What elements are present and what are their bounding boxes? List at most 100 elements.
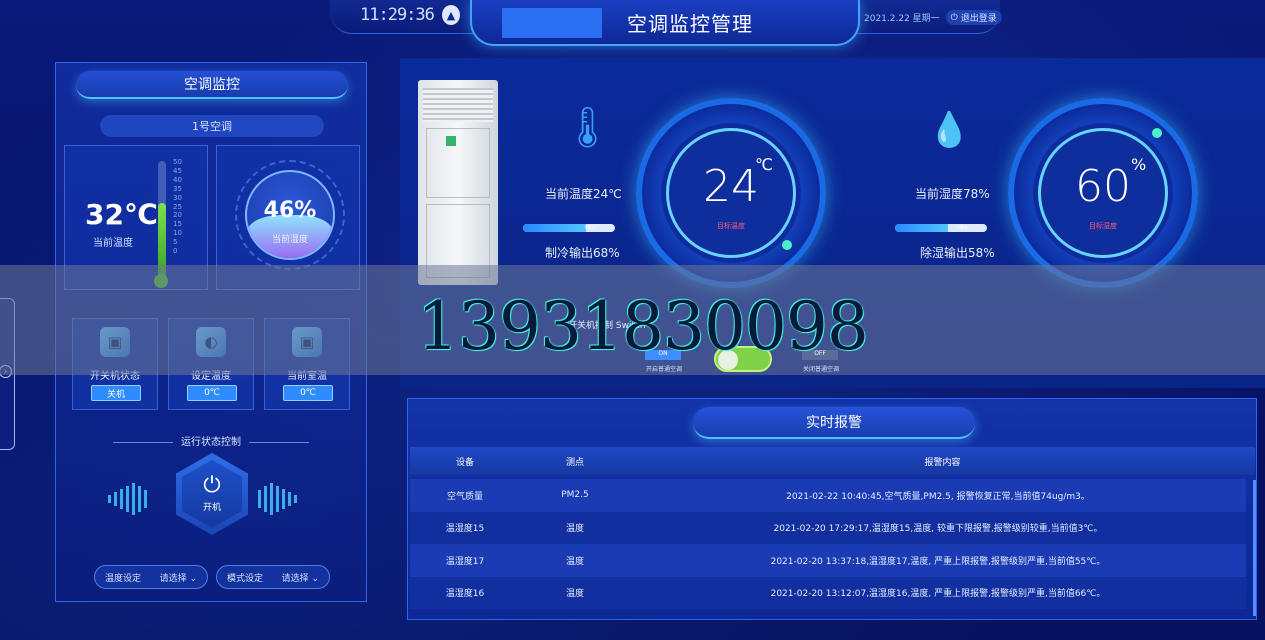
off-caption: 关闭普通空调 (803, 366, 840, 373)
target-humid-unit: % (1131, 155, 1147, 174)
logout-button[interactable]: ⏻ 退出登录 (945, 10, 1002, 25)
control-section-title: 运行状态控制 (56, 433, 366, 448)
ac-panel (426, 128, 490, 198)
thermo-tick-label: 10 (173, 229, 182, 238)
signal-bars-left (108, 483, 147, 515)
alarm-panel: 实时报警 设备 测点 报警内容 空气质量 PM2.5 2021-02-22 10… (407, 398, 1257, 620)
temperature-setting-select[interactable]: 温度设定 请选择 ⌄ (94, 565, 208, 589)
chevron-down-icon: ⌄ (189, 573, 197, 584)
table-row[interactable]: 温湿度17 温度 2021-02-20 13:37:18,温湿度17,温度, 严… (410, 544, 1246, 577)
thermo-tick-label: 5 (173, 238, 178, 247)
cell-content: 2021-02-20 17:29:17,温湿度15,温度, 较重下限报警,报警级… (773, 524, 1103, 535)
thermo-tick-label: 0 (173, 247, 178, 256)
target-humid-value: 60 (1075, 161, 1131, 212)
signal-bars-right (258, 483, 297, 515)
cell-content: 2021-02-22 10:40:45,空气质量,PM2.5, 报警恢复正常,当… (786, 491, 1090, 502)
dehumid-progress: 58% (895, 224, 987, 232)
select-value: 请选择 ⌄ (281, 573, 319, 584)
cell-content: 2021-02-20 13:12:07,温湿度16,温度, 严重上限报警,报警级… (770, 589, 1106, 600)
select-label: 温度设定 (105, 573, 142, 584)
power-icon: ⏻ (203, 473, 221, 498)
status-value-button[interactable]: 0℃ (283, 385, 333, 401)
thermo-tick-label: 35 (173, 184, 182, 193)
alarm-bell-icon[interactable]: ▲ (441, 5, 460, 25)
water-drops-icon: 💧 (928, 110, 971, 150)
column-header-content: 报警内容 (924, 457, 961, 468)
ac-grille (423, 88, 493, 122)
dehumid-progress-fill (895, 224, 949, 232)
device-name[interactable]: 1号空调 (100, 115, 324, 137)
target-humid-dial: 60 % 目标湿度 (1008, 98, 1198, 288)
table-row[interactable]: 空气质量 PM2.5 2021-02-22 10:40:45,空气质量,PM2.… (410, 479, 1246, 512)
dial-inner: 60 % 目标湿度 (1038, 128, 1168, 258)
column-header-point: 测点 (565, 457, 584, 468)
thermometer-icon (158, 161, 166, 279)
ac-display (446, 136, 456, 146)
humidity-value: 46% (263, 198, 317, 223)
table-row[interactable]: 温湿度15 温度 2021-02-20 17:29:17,温湿度15,温度, 较… (410, 511, 1246, 544)
cooling-progress: 68% (523, 224, 615, 232)
clock: 11:29:36 ▲ (360, 2, 460, 28)
column-header-device: 设备 (455, 457, 474, 468)
select-value: 请选择 ⌄ (159, 573, 197, 584)
thermo-tick-label: 15 (173, 220, 182, 229)
air-conditioner-image (418, 80, 498, 285)
thermometer-ticks: 50 45 40 35 30 25 20 15 10 5 0 (173, 158, 182, 256)
humidity-label: 当前湿度 (271, 235, 308, 245)
table-body: 空气质量 PM2.5 2021-02-22 10:40:45,空气质量,PM2.… (410, 479, 1246, 609)
date-text: 2021.2.22 星期一 (864, 14, 940, 24)
thermo-tick-label: 20 (173, 211, 182, 220)
temperature-label: 当前温度 (93, 238, 133, 249)
page-title: 空调监控管理 (627, 11, 753, 36)
clock-text: 11:29:36 (360, 5, 435, 25)
on-caption: 开启普通空调 (646, 366, 683, 373)
cooling-progress-fill (523, 224, 586, 232)
cell-device: 温湿度16 (445, 589, 485, 600)
cell-point: 温度 (565, 524, 584, 535)
current-temp-text: 当前温度24℃ (545, 187, 622, 201)
cell-device: 温湿度17 (445, 556, 485, 567)
dial-indicator (782, 240, 792, 250)
thermo-tick-label: 50 (173, 158, 182, 166)
dial-inner: 24 ℃ 目标温度 (666, 128, 796, 258)
select-label: 模式设定 (227, 573, 264, 584)
thermo-tick-label: 40 (173, 175, 182, 184)
target-humid-label: 目标湿度 (1089, 222, 1117, 230)
cell-device: 空气质量 (446, 491, 483, 502)
cell-content: 2021-02-20 13:37:18,温湿度17,温度, 严重上限报警,报警级… (770, 556, 1106, 567)
phone-watermark: 13931830098 (417, 288, 869, 365)
target-temp-label: 目标温度 (717, 222, 745, 230)
dehumid-progress-label: 58% (957, 225, 969, 231)
current-humid-text: 当前湿度78% (915, 187, 990, 201)
panel-title: 空调监控 (76, 71, 348, 99)
redacted-block (502, 8, 602, 38)
thermo-tick-label: 45 (173, 166, 182, 175)
dehumid-output-text: 除湿输出58% (920, 246, 995, 260)
target-temp-unit: ℃ (755, 155, 773, 174)
title-plate: 空调监控管理 (470, 0, 860, 46)
date-line: 2021.2.22 星期一 ⏻ 退出登录 (864, 10, 1002, 25)
thermo-tick-label: 30 (173, 193, 182, 202)
power-small-icon: ⏻ (950, 12, 958, 23)
chevron-down-icon: ⌄ (311, 573, 319, 584)
table-header: 设备 测点 报警内容 (410, 447, 1255, 475)
status-value-button[interactable]: 关机 (91, 385, 141, 401)
target-temp-value: 24 (703, 161, 759, 212)
cell-point: 温度 (565, 556, 584, 567)
cooling-output-text: 制冷输出68% (545, 246, 620, 260)
cooling-progress-label: 68% (585, 225, 597, 231)
power-label: 开机 (202, 503, 221, 513)
alarm-title: 实时报警 (693, 407, 975, 439)
mode-setting-select[interactable]: 模式设定 请选择 ⌄ (216, 565, 330, 589)
cell-device: 温湿度15 (445, 524, 485, 535)
thermometer-icon: 🌡 (562, 105, 613, 151)
target-temp-dial: 24 ℃ 目标温度 (636, 98, 826, 288)
temperature-value: 32℃ (85, 198, 158, 231)
status-value-button[interactable]: 0℃ (187, 385, 237, 401)
logout-label: 退出登录 (960, 14, 997, 24)
table-scrollbar[interactable] (1253, 480, 1256, 616)
cell-point: 温度 (565, 589, 584, 600)
cell-point: PM2.5 (561, 490, 589, 501)
table-row[interactable]: 温湿度16 温度 2021-02-20 13:12:07,温湿度16,温度, 严… (410, 576, 1246, 609)
dial-indicator (1152, 128, 1162, 138)
